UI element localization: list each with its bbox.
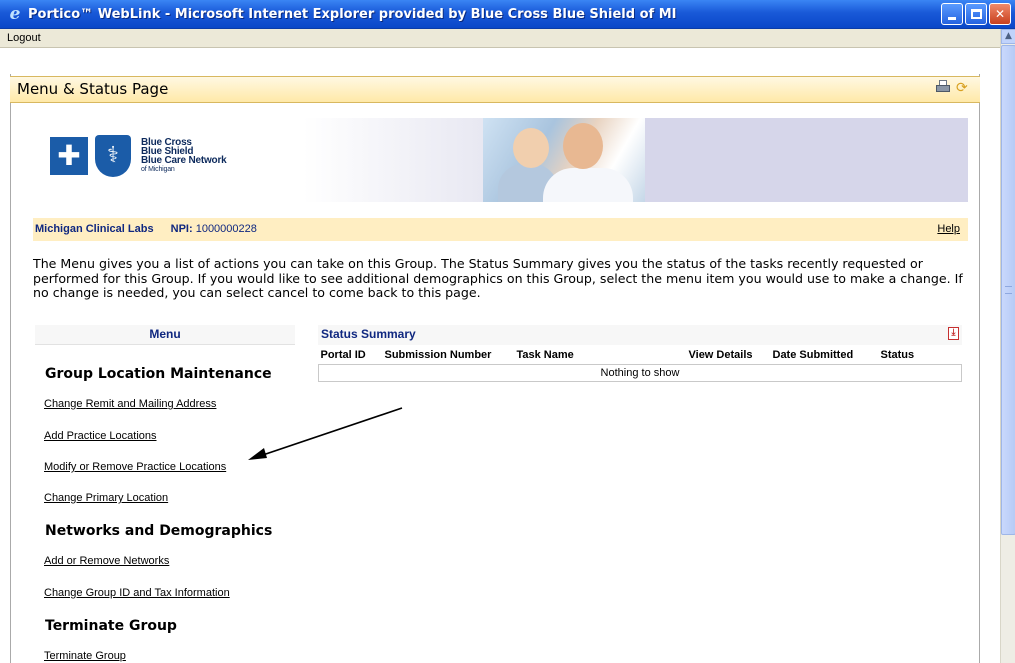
npi-value: 1000000228: [195, 223, 257, 235]
scrollbar-grip-icon: [1005, 286, 1012, 294]
column-header-task-name[interactable]: Task Name: [514, 346, 687, 365]
blue-cross-logo-icon: ✚: [50, 137, 88, 175]
menu-section-title: Terminate Group: [45, 618, 177, 634]
logout-link[interactable]: Logout: [7, 32, 41, 44]
menu-section-title: Networks and Demographics: [45, 523, 273, 539]
provider-name: Michigan Clinical Labs: [35, 223, 154, 235]
window-controls: ✕: [941, 3, 1011, 25]
minimize-button[interactable]: [941, 3, 963, 25]
column-header-date-submitted[interactable]: Date Submitted: [770, 346, 879, 365]
menu-link-add-practice-locations[interactable]: Add Practice Locations: [44, 430, 157, 442]
scroll-up-arrow-icon[interactable]: ▲: [1001, 29, 1015, 44]
header-icons: ⟳: [935, 80, 972, 96]
column-header-view-details[interactable]: View Details: [686, 346, 771, 365]
logout-bar: Logout: [0, 29, 1000, 48]
window-titlebar[interactable]: e Portico™ WebLink - Microsoft Internet …: [0, 0, 1015, 29]
pdf-export-icon[interactable]: ⤓: [948, 327, 959, 340]
window-title: Portico™ WebLink - Microsoft Internet Ex…: [28, 6, 677, 22]
provider-bar: Michigan Clinical Labs NPI: 1000000228 H…: [33, 218, 968, 241]
scrollbar-thumb[interactable]: [1001, 45, 1015, 535]
page-title: Menu & Status Page: [17, 80, 169, 98]
menu-link-add-remove-networks[interactable]: Add or Remove Networks: [44, 555, 169, 567]
table-header-row: Portal ID Submission Number Task Name Vi…: [318, 346, 962, 365]
printer-icon[interactable]: [935, 80, 951, 94]
ie-icon: e: [9, 4, 21, 24]
table-row: Nothing to show: [318, 364, 962, 382]
npi-label: NPI:: [170, 223, 193, 235]
close-button[interactable]: ✕: [989, 3, 1011, 25]
page-header: Menu & Status Page ⟳: [10, 76, 980, 103]
vertical-scrollbar[interactable]: ▲: [1000, 29, 1015, 663]
column-header-portal-id[interactable]: Portal ID: [318, 346, 383, 365]
menu-link-change-primary-location[interactable]: Change Primary Location: [44, 492, 168, 504]
column-header-status[interactable]: Status: [878, 346, 962, 365]
logo-line4: of Michigan: [141, 166, 175, 173]
logo-text: Blue Cross Blue Shield Blue Care Network…: [141, 138, 227, 174]
menu-heading: Menu: [35, 325, 295, 345]
menu-link-terminate-group[interactable]: Terminate Group: [44, 650, 126, 662]
intro-text: The Menu gives you a list of actions you…: [33, 256, 963, 300]
empty-message: Nothing to show: [318, 364, 962, 382]
maximize-button[interactable]: [965, 3, 987, 25]
menu-link-modify-remove-practice-locations[interactable]: Modify or Remove Practice Locations: [44, 461, 226, 473]
logo-area: ✚ ⚕ Blue Cross Blue Shield Blue Care Net…: [33, 118, 483, 202]
banner: ✚ ⚕ Blue Cross Blue Shield Blue Care Net…: [33, 118, 968, 202]
menu-link-change-group-id-tax[interactable]: Change Group ID and Tax Information: [44, 587, 230, 599]
column-header-submission-number[interactable]: Submission Number: [382, 346, 515, 365]
logo-line3: Blue Care Network: [141, 155, 227, 166]
status-summary-table: Portal ID Submission Number Task Name Vi…: [318, 346, 962, 382]
annotation-arrow-icon: [248, 407, 403, 460]
help-link[interactable]: Help: [937, 218, 960, 241]
banner-photo: [483, 118, 645, 202]
status-summary-title: Status Summary: [318, 325, 962, 345]
menu-section-title: Group Location Maintenance: [45, 366, 272, 382]
blue-shield-logo-icon: ⚕: [95, 135, 131, 177]
refresh-icon[interactable]: ⟳: [956, 80, 972, 96]
menu-link-change-remit-mailing[interactable]: Change Remit and Mailing Address: [44, 398, 216, 410]
